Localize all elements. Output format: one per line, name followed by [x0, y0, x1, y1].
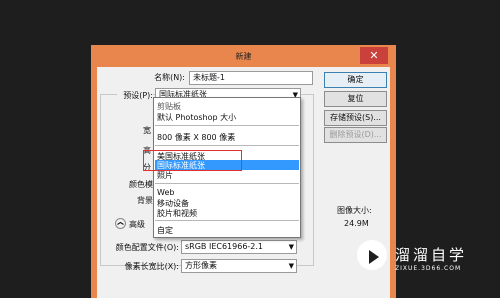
preset-label: 预设(P):	[117, 90, 153, 101]
ok-button[interactable]: 确定	[324, 72, 387, 88]
pixel-aspect-value: 方形像素	[185, 261, 217, 270]
dropdown-divider	[155, 183, 299, 184]
color-profile-select[interactable]: sRGB IEC61966-2.1 ▼	[181, 240, 297, 254]
watermark: 溜溜自学 ZIXUE.3D66.COM	[357, 238, 497, 288]
dropdown-item[interactable]: 照片	[157, 170, 173, 181]
watermark-url: ZIXUE.3D66.COM	[395, 265, 462, 272]
save-preset-button[interactable]: 存储预设(S)...	[324, 110, 387, 126]
advanced-label: 高级	[129, 220, 145, 229]
reset-button[interactable]: 复位	[324, 91, 387, 107]
dropdown-divider	[155, 125, 299, 126]
dropdown-item[interactable]: 剪贴板	[157, 101, 181, 112]
advanced-toggle-icon[interactable]: ❯	[115, 218, 126, 229]
watermark-name: 溜溜自学	[395, 246, 468, 264]
delete-preset-button[interactable]: 删除预设(D)...	[324, 127, 387, 143]
pixel-aspect-select[interactable]: 方形像素 ▼	[181, 259, 297, 273]
image-size-value: 24.9M	[344, 219, 369, 228]
dropdown-item[interactable]: 800 像素 X 800 像素	[157, 132, 235, 143]
background-label: 背景	[137, 196, 153, 205]
highlight-annotation	[143, 150, 242, 171]
name-field[interactable]: 未标题-1	[189, 71, 313, 85]
chevron-down-icon: ▼	[288, 243, 294, 251]
image-size-label: 图像大小:	[337, 206, 372, 215]
dropdown-divider	[155, 145, 299, 146]
pixel-aspect-label: 像素长宽比(X):	[124, 262, 179, 271]
dialog-title: 新建	[235, 52, 252, 61]
chevron-down-icon: ▼	[288, 262, 294, 270]
name-label: 名称(N):	[154, 73, 185, 82]
dropdown-item[interactable]: 胶片和视频	[157, 208, 197, 219]
color-profile-label: 颜色配置文件(O):	[115, 243, 179, 252]
dropdown-divider	[155, 220, 299, 221]
dropdown-item[interactable]: Web	[157, 188, 174, 197]
width-label: 宽	[143, 126, 151, 135]
dropdown-item[interactable]: 默认 Photoshop 大小	[157, 112, 236, 123]
dropdown-item[interactable]: 自定	[157, 225, 173, 236]
color-mode-label: 颜色模	[129, 180, 153, 189]
play-logo-icon	[357, 240, 387, 270]
title-bar[interactable]: 新建 ✕	[91, 45, 396, 67]
color-profile-value: sRGB IEC61966-2.1	[185, 242, 264, 251]
close-button[interactable]: ✕	[360, 47, 388, 64]
